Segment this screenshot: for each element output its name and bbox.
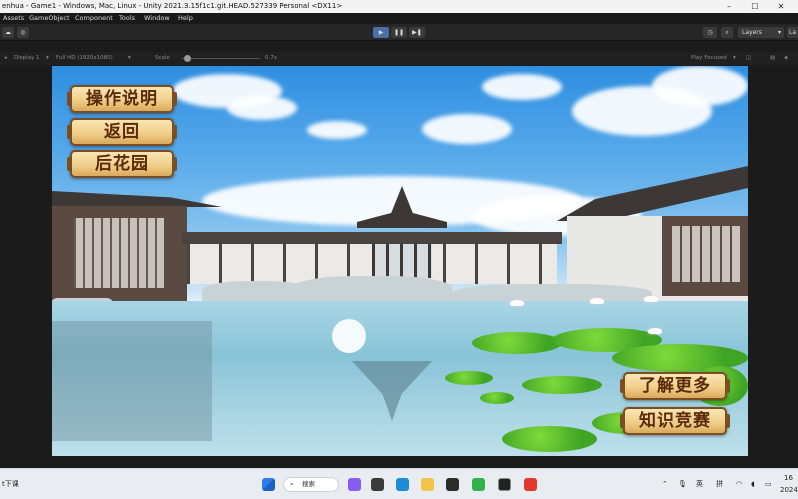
- lotus-flower: [644, 296, 658, 302]
- game-viewport[interactable]: 操作说明 返回 后花园 了解更多 知识竞赛: [52, 66, 748, 456]
- learn-more-button[interactable]: 了解更多: [620, 372, 730, 400]
- maximize-icon[interactable]: ☐: [744, 0, 766, 13]
- scale-slider-track[interactable]: [182, 58, 260, 59]
- weather-widget-text[interactable]: t下课: [2, 479, 19, 489]
- taskbar-search[interactable]: ⌕ 搜索: [283, 477, 339, 492]
- cloud: [482, 74, 562, 100]
- app-icon[interactable]: [524, 478, 537, 491]
- search-icon: ⌕: [290, 480, 294, 488]
- lotus-leaf: [522, 376, 602, 394]
- quiz-button[interactable]: 知识竞赛: [620, 407, 730, 435]
- volume-icon[interactable]: ◖: [751, 479, 755, 489]
- stats-icon[interactable]: ▤: [770, 52, 775, 65]
- file-explorer-icon[interactable]: [421, 478, 434, 491]
- right-building-lattice: [670, 226, 740, 282]
- scale-slider-handle[interactable]: [184, 55, 191, 62]
- cloud-icon[interactable]: ☁: [2, 27, 14, 38]
- lotus-flower: [510, 300, 524, 306]
- layers-label: Layers: [742, 29, 762, 36]
- corridor-roof: [182, 232, 562, 244]
- history-icon[interactable]: ◷: [703, 27, 717, 38]
- menu-gameobject[interactable]: GameObject: [29, 13, 70, 24]
- tray-chevron-icon[interactable]: ⌃: [662, 479, 668, 489]
- microphone-icon[interactable]: 🎙: [678, 479, 687, 489]
- task-view-icon[interactable]: [371, 478, 384, 491]
- chevron-down-icon: ▾: [777, 29, 781, 36]
- step-button[interactable]: ▶❚: [409, 27, 425, 38]
- menu-tools[interactable]: Tools: [119, 13, 135, 24]
- cloud: [307, 121, 367, 139]
- minimize-icon[interactable]: –: [718, 0, 740, 13]
- battery-icon[interactable]: ▭: [765, 479, 772, 489]
- close-icon[interactable]: ✕: [770, 0, 792, 13]
- unity-icon[interactable]: [498, 478, 511, 491]
- edge-icon[interactable]: [396, 478, 409, 491]
- lotus-leaf: [445, 371, 493, 385]
- window-title: enhua - Game1 - Windows, Mac, Linux - Un…: [2, 2, 343, 10]
- search-label: 搜索: [302, 480, 315, 488]
- pause-button[interactable]: ❚❚: [391, 27, 407, 38]
- cloud: [422, 114, 512, 144]
- menu-bar: Assets GameObject Component Tools Window…: [0, 13, 798, 24]
- play-button[interactable]: ▶: [373, 27, 389, 38]
- display-dropdown[interactable]: Display 1: [14, 52, 40, 65]
- store-icon[interactable]: [446, 478, 459, 491]
- window-title-bar: enhua - Game1 - Windows, Mac, Linux - Un…: [0, 0, 798, 13]
- wechat-icon[interactable]: [472, 478, 485, 491]
- ime-language[interactable]: 英: [696, 479, 703, 489]
- menu-assets[interactable]: Assets: [3, 13, 24, 24]
- pavilion-reflection: [352, 361, 432, 421]
- menu-help[interactable]: Help: [178, 13, 193, 24]
- scale-value: 0.7x: [265, 55, 278, 61]
- clock-time[interactable]: 16: [784, 473, 793, 483]
- moon-gate-reflection: [332, 319, 366, 353]
- lotus-leaf: [480, 392, 514, 404]
- layout-dropdown[interactable]: La: [787, 27, 798, 38]
- play-mode-chevron-icon: ▾: [733, 55, 736, 61]
- cloud: [652, 66, 748, 106]
- back-garden-button[interactable]: 后花园: [67, 150, 177, 178]
- instructions-button[interactable]: 操作说明: [67, 85, 177, 113]
- collab-icon[interactable]: ◎: [17, 27, 29, 38]
- lotus-leaf: [502, 426, 597, 452]
- gizmos-icon[interactable]: ◈: [784, 52, 788, 65]
- layout-label: La: [789, 29, 797, 36]
- menu-component[interactable]: Component: [75, 13, 113, 24]
- scale-label: Scale: [155, 55, 170, 61]
- clock-date[interactable]: 2024: [780, 485, 798, 495]
- lotus-flower: [590, 298, 604, 304]
- play-mode-dropdown[interactable]: Play Focused: [691, 52, 727, 65]
- left-pavilion-roof: [52, 191, 222, 207]
- left-pavilion-lattice: [74, 218, 164, 288]
- menu-window[interactable]: Window: [144, 13, 170, 24]
- ime-mode[interactable]: 拼: [716, 479, 723, 489]
- windows-taskbar: t下课 ⌕ 搜索 ⌃ 🎙 英 拼 ◠ ◖ ▭ 16 2024: [0, 468, 798, 499]
- back-button[interactable]: 返回: [67, 118, 177, 146]
- lotus-flower: [648, 328, 662, 334]
- layers-dropdown[interactable]: Layers ▾: [738, 27, 784, 38]
- mute-icon[interactable]: ◫: [746, 52, 751, 65]
- right-building-roof: [557, 166, 748, 221]
- search-icon[interactable]: ⌕: [721, 27, 733, 38]
- game-view-tab-icon[interactable]: ◂: [4, 52, 7, 65]
- left-pavilion-reflection: [52, 321, 212, 441]
- resolution-chevron-icon: ▾: [128, 55, 131, 61]
- lotus-leaf: [472, 332, 562, 354]
- wifi-icon[interactable]: ◠: [736, 479, 742, 489]
- cloud: [227, 96, 297, 120]
- editor-toolbar: ☁ ◎ ▶ ❚❚ ▶❚ ◷ ⌕ Layers ▾ La: [0, 24, 798, 41]
- editor-status-strip: [0, 456, 798, 468]
- widgets-icon[interactable]: [348, 478, 361, 491]
- display-chevron-icon: ▾: [46, 55, 49, 61]
- start-icon[interactable]: [262, 478, 275, 491]
- central-pavilion-columns: [372, 244, 432, 278]
- resolution-dropdown[interactable]: Full HD (1920x1080): [56, 52, 113, 65]
- game-view-header: ◂ Display 1 ▾ Full HD (1920x1080) ▾ Scal…: [0, 52, 798, 65]
